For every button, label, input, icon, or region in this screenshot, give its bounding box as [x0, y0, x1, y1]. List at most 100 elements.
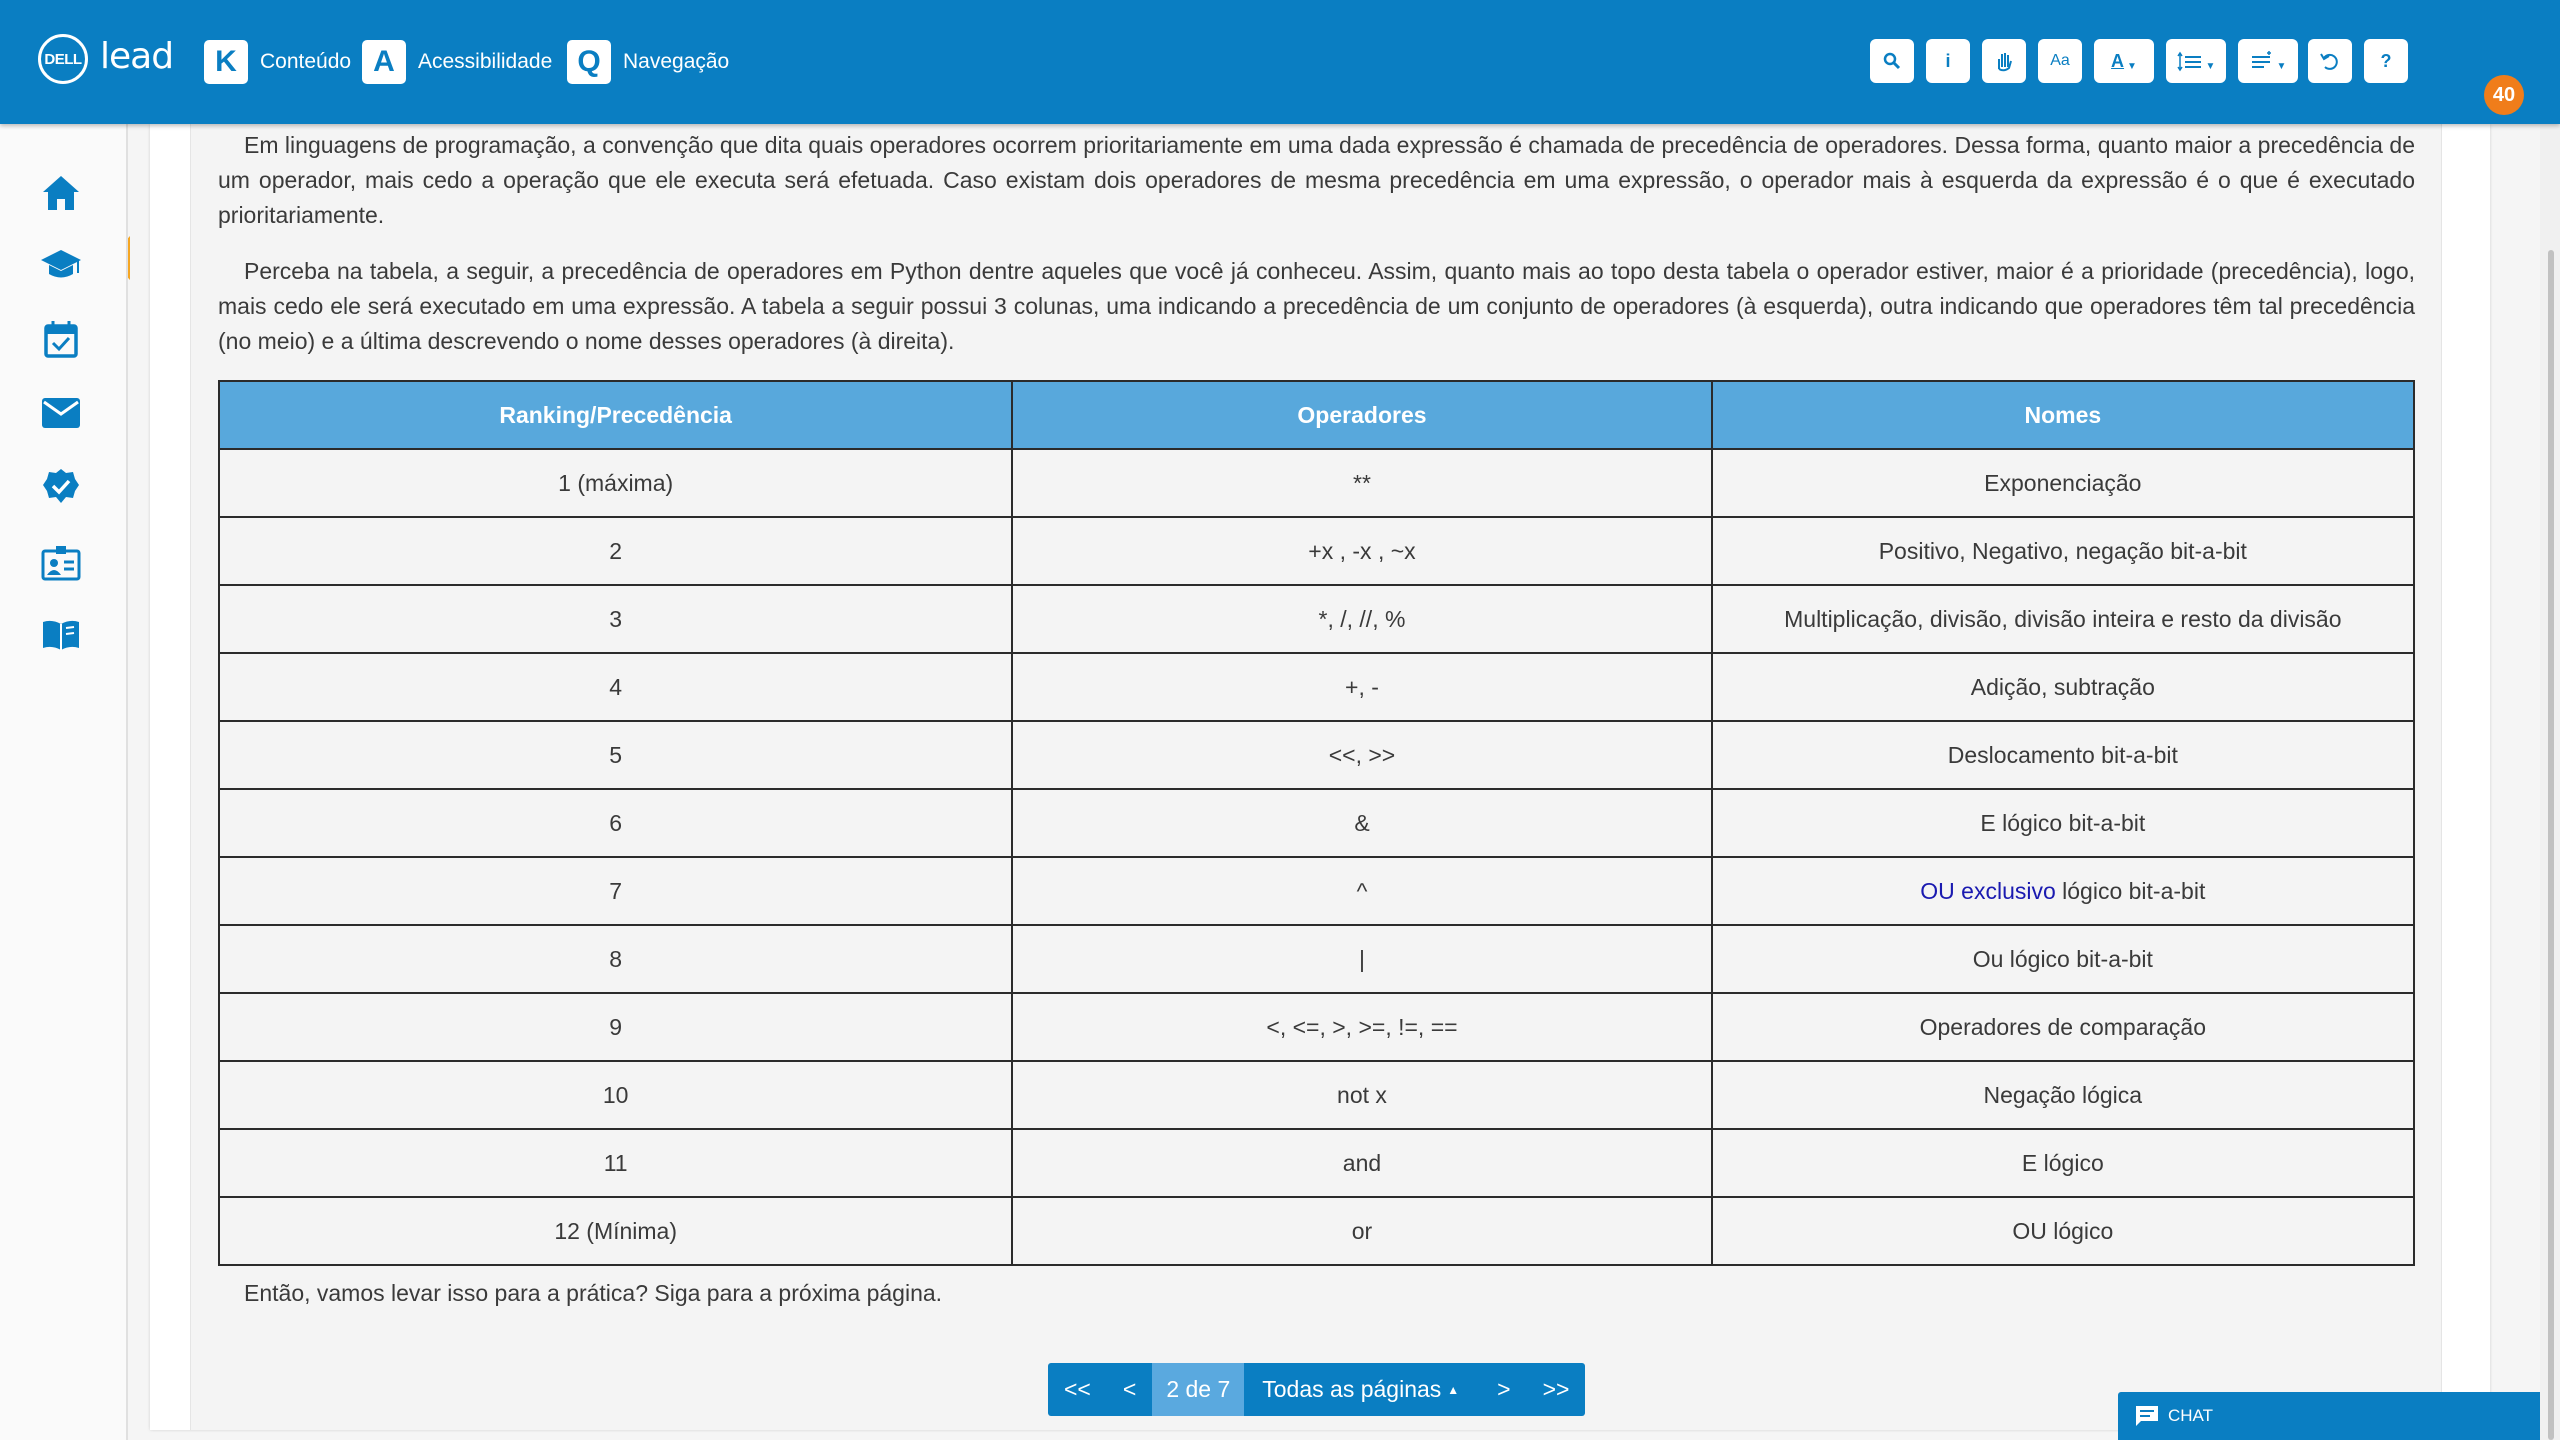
chat-icon: [2136, 1406, 2158, 1426]
first-page-button[interactable]: <<: [1048, 1363, 1107, 1416]
pagination: << < 2 de 7 Todas as páginas ▲ > >>: [1048, 1363, 1586, 1416]
table-cell: 7: [217, 856, 1014, 926]
font-size-button[interactable]: Aa: [2038, 39, 2082, 83]
table-cell: 1 (máxima): [217, 448, 1014, 518]
paragraph-icon: [2251, 51, 2271, 68]
current-page-indicator: 2 de 7: [1152, 1363, 1245, 1416]
table-cell: Deslocamento bit-a-bit: [1710, 720, 2416, 790]
text-align-button[interactable]: ▼: [2238, 39, 2298, 83]
id-card-icon: [41, 546, 81, 581]
table-cell: Adição, subtração: [1710, 652, 2416, 722]
table-cell: or: [1011, 1196, 1713, 1266]
chevron-down-icon: ▼: [2127, 60, 2137, 72]
table-cell: and: [1011, 1128, 1713, 1198]
shortcut-key-a: A: [362, 40, 406, 84]
font-color-icon: A: [2111, 50, 2125, 71]
table-cell: Negação lógica: [1710, 1060, 2416, 1130]
lead-logo[interactable]: lead: [100, 36, 174, 80]
table-cell: E lógico bit-a-bit: [1710, 788, 2416, 858]
table-row: 9 <, <=, >, >=, !=, == Operadores de compa…: [217, 992, 2416, 1062]
search-button[interactable]: [1870, 39, 1914, 83]
table-cell: &: [1011, 788, 1713, 858]
font-color-button[interactable]: A ▼: [2094, 39, 2154, 83]
table-cell: ^: [1011, 856, 1713, 926]
table-cell: 8: [217, 924, 1014, 994]
reset-button[interactable]: [2308, 39, 2352, 83]
font-size-icon: Aa: [2050, 52, 2070, 69]
chevron-down-icon: ▼: [2205, 60, 2216, 72]
intro-paragraph: Em linguagens de programação, a convençã…: [218, 132, 2415, 228]
help-button[interactable]: ?: [2364, 39, 2408, 83]
points-badge: 40: [2484, 75, 2524, 115]
shortcut-acessibilidade[interactable]: A Acessibilidade: [362, 40, 552, 84]
precedence-table: Ranking/Precedência Operadores Nomes 1 (…: [217, 380, 2416, 1266]
table-cell: +, -: [1011, 652, 1713, 722]
table-cell: Ou lógico bit-a-bit: [1710, 924, 2416, 994]
last-page-button[interactable]: >>: [1527, 1363, 1586, 1416]
table-row: 8 | Ou lógico bit-a-bit: [217, 924, 2416, 994]
table-cell: 12 (Mínima): [217, 1196, 1014, 1266]
undo-icon: [2320, 53, 2338, 70]
sidebar-item-home[interactable]: [40, 172, 82, 214]
sidebar-item-messages[interactable]: [40, 392, 82, 434]
sidebar-item-library[interactable]: [40, 614, 82, 656]
table-cell: |: [1011, 924, 1713, 994]
table-cell: 6: [217, 788, 1014, 858]
all-pages-dropdown[interactable]: Todas as páginas ▲: [1244, 1363, 1481, 1416]
table-cell-with-link: OU exclusivo lógico bit-a-bit: [1710, 856, 2416, 926]
sidebar-item-achievements[interactable]: [40, 466, 82, 508]
table-cell: <, <=, >, >=, !=, ==: [1011, 992, 1713, 1062]
scrollbar-thumb[interactable]: [2548, 250, 2554, 1440]
info-button[interactable]: i: [1926, 39, 1970, 83]
table-row: 12 (Mínima) or OU lógico: [217, 1196, 2416, 1266]
home-icon: [43, 176, 79, 210]
all-pages-label: Todas as páginas: [1262, 1376, 1442, 1402]
table-row: 3 *, /, //, % Multiplicação, divisão, divi…: [217, 584, 2416, 654]
sidebar-item-profile[interactable]: [40, 542, 82, 584]
table-row: 11 and E lógico: [217, 1128, 2416, 1198]
info-icon: i: [1945, 50, 1951, 71]
sidebar: [0, 124, 128, 1440]
table-row: 5 <<, >> Deslocamento bit-a-bit: [217, 720, 2416, 790]
table-row: 6 & E lógico bit-a-bit: [217, 788, 2416, 858]
hand-icon: [1998, 53, 2012, 72]
table-row: 7 ^ OU exclusivo lógico bit-a-bit: [217, 856, 2416, 926]
table-row: 1 (máxima) ** Exponenciação: [217, 448, 2416, 518]
table-cell: **: [1011, 448, 1713, 518]
sidebar-item-calendar[interactable]: [40, 318, 82, 360]
table-cell: not x: [1011, 1060, 1713, 1130]
table-cell-text: lógico bit-a-bit: [2062, 877, 2206, 904]
sidebar-item-courses[interactable]: [40, 244, 82, 286]
ou-exclusivo-link[interactable]: OU exclusivo: [1920, 878, 2055, 904]
table-cell: +x , -x , ~x: [1011, 516, 1713, 586]
column-header-operators: Operadores: [1011, 380, 1713, 450]
column-header-names: Nomes: [1710, 380, 2416, 450]
calendar-check-icon: [44, 321, 78, 358]
top-bar: DELL lead K Conteúdo A Acessibilidade Q …: [0, 0, 2560, 124]
dell-logo[interactable]: DELL: [38, 34, 88, 84]
chat-label: CHAT: [2168, 1406, 2214, 1425]
shortcut-navegacao[interactable]: Q Navegação: [567, 40, 729, 84]
shortcut-label-navegacao: Navegação: [623, 50, 730, 73]
mail-icon: [42, 398, 80, 428]
shortcut-conteudo[interactable]: K Conteúdo: [204, 40, 351, 84]
line-spacing-icon: [2176, 51, 2201, 72]
chat-button[interactable]: CHAT: [2118, 1392, 2548, 1440]
graduation-cap-icon: [41, 250, 81, 278]
open-book-icon: [43, 620, 79, 650]
sign-language-button[interactable]: [1982, 39, 2026, 83]
table-cell: Positivo, Negativo, negação bit-a-bit: [1710, 516, 2416, 586]
caret-up-icon: ▲: [1447, 1382, 1460, 1397]
table-cell: E lógico: [1710, 1128, 2416, 1198]
shortcut-key-q: Q: [567, 40, 611, 84]
table-row: 10 not x Negação lógica: [217, 1060, 2416, 1130]
line-spacing-button[interactable]: ▼: [2166, 39, 2226, 83]
column-header-ranking: Ranking/Precedência: [217, 380, 1014, 450]
next-page-button[interactable]: >: [1481, 1363, 1526, 1416]
previous-page-button[interactable]: <: [1107, 1363, 1152, 1416]
table-cell: 5: [217, 720, 1014, 790]
shortcut-label-acessibilidade: Acessibilidade: [418, 50, 553, 73]
table-cell: 10: [217, 1060, 1014, 1130]
table-cell: *, /, //, %: [1011, 584, 1713, 654]
table-header-row: Ranking/Precedência Operadores Nomes: [217, 380, 2416, 450]
